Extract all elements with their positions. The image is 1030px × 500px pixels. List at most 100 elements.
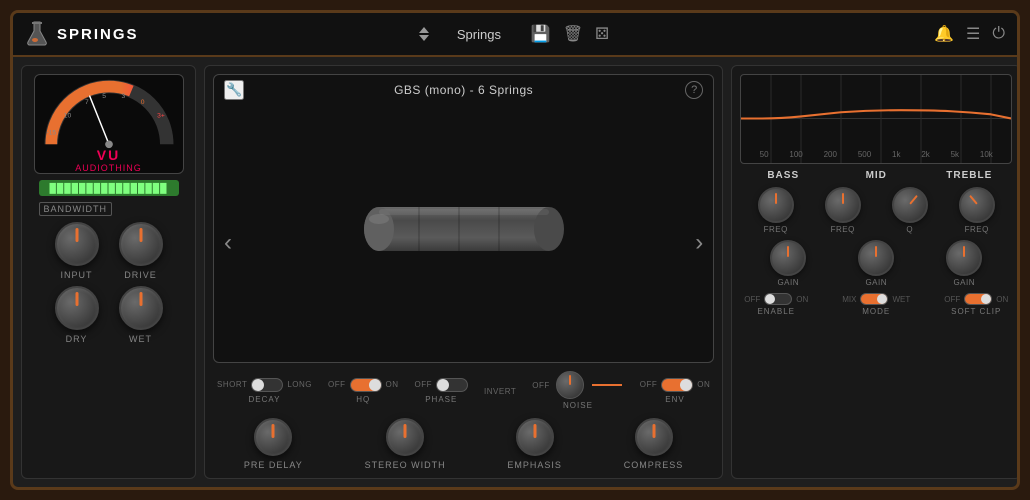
mid-q-knob[interactable] — [892, 187, 928, 223]
treble-freq-group: FREQ — [959, 187, 995, 234]
left-panel: -15 10 7 5 3 0 3+ VU AUDIOTHING ████████… — [21, 65, 196, 479]
treble-gain-knob[interactable] — [946, 240, 982, 276]
preset-arrows[interactable] — [419, 27, 429, 41]
mode-group: MIX WET MODE — [842, 293, 910, 316]
input-knob-group: INPUT — [55, 222, 99, 280]
spring-cylinder-svg — [359, 199, 569, 259]
emphasis-knob[interactable] — [516, 418, 554, 456]
enable-toggle-row: OFF ON — [744, 293, 808, 305]
mode-toggle[interactable] — [860, 293, 888, 305]
env-toggle[interactable] — [661, 378, 693, 392]
mid-freq-knob[interactable] — [825, 187, 861, 223]
wet-knob[interactable] — [119, 286, 163, 330]
brand-label: AUDIOTHING — [75, 163, 142, 173]
notification-button[interactable]: 🔔 — [934, 24, 954, 44]
treble-freq-knob[interactable] — [959, 187, 995, 223]
drive-knob[interactable] — [119, 222, 163, 266]
hq-label: HQ — [356, 395, 370, 404]
mid-freq-group: FREQ — [825, 187, 861, 234]
vu-label: VU — [97, 147, 120, 163]
spring-display: 🔧 GBS (mono) - 6 Springs ? ‹ — [213, 74, 714, 363]
hq-toggle-row: OFF ON — [328, 378, 399, 392]
bass-gain-knob[interactable] — [770, 240, 806, 276]
delete-button[interactable]: 🗑 — [561, 22, 585, 46]
enable-on-lbl: ON — [796, 295, 808, 304]
dry-knob[interactable] — [55, 286, 99, 330]
spring-prev-button[interactable]: ‹ — [224, 229, 232, 257]
compress-label: COMPRESS — [624, 460, 684, 470]
phase-off-label: OFF — [415, 380, 433, 389]
soft-clip-toggle[interactable] — [964, 293, 992, 305]
drive-label: DRIVE — [124, 270, 157, 280]
spring-next-button[interactable]: › — [695, 229, 703, 257]
dry-knob-group: DRY — [55, 286, 99, 344]
phase-toggle[interactable] — [436, 378, 468, 392]
bottom-knobs-row: PRE DELAY STEREO WIDTH EMPHASIS COMPRESS — [213, 418, 714, 470]
enable-off-lbl: OFF — [744, 295, 760, 304]
logo-area: SPRINGS — [25, 20, 185, 48]
stereo-width-knob[interactable] — [386, 418, 424, 456]
env-off-label: OFF — [640, 380, 658, 389]
eq-freq-labels: 50 100 200 500 1k 2k 5k 10k — [741, 150, 1011, 159]
dry-label: DRY — [66, 334, 88, 344]
decay-toggle[interactable] — [251, 378, 283, 392]
bandwidth-label: BANDWIDTH — [39, 202, 113, 216]
mid-q-label: Q — [906, 225, 913, 234]
svg-text:10: 10 — [63, 112, 71, 119]
soft-clip-label: SOFT CLIP — [951, 307, 1001, 316]
power-button[interactable]: ⏻ — [992, 25, 1005, 43]
mid-q-group: Q — [892, 187, 928, 234]
menu-button[interactable]: ☰ — [966, 24, 980, 44]
noise-label: NOISE — [563, 401, 593, 410]
preset-up-arrow[interactable] — [419, 27, 429, 33]
invert-label: INVERT — [484, 387, 516, 396]
mid-freq-label: FREQ — [831, 225, 855, 234]
compress-knob[interactable] — [635, 418, 673, 456]
mid-gain-label: GAIN — [865, 278, 887, 287]
spring-title: GBS (mono) - 6 Springs — [394, 83, 533, 97]
bandwidth-bar: ████████████████ — [39, 180, 179, 196]
soft-clip-group: OFF ON SOFT CLIP — [944, 293, 1008, 316]
mid-gain-knob[interactable] — [858, 240, 894, 276]
wrench-button[interactable]: 🔧 — [224, 80, 244, 100]
preset-icons: 💾 🗑 ⚄ — [529, 22, 611, 46]
vu-arc-svg: -15 10 7 5 3 0 3+ — [34, 75, 184, 152]
dry-wet-row: DRY WET — [30, 286, 187, 344]
bass-freq-label: FREQ — [764, 225, 788, 234]
right-panel: 50 100 200 500 1k 2k 5k 10k BASS MID TRE… — [731, 65, 1020, 479]
bottom-toggles: OFF ON ENABLE MIX WET — [740, 293, 1012, 316]
help-button[interactable]: ? — [685, 81, 703, 99]
pre-delay-knob[interactable] — [254, 418, 292, 456]
center-panel: 🔧 GBS (mono) - 6 Springs ? ‹ — [204, 65, 723, 479]
freq-500: 500 — [858, 150, 871, 159]
enable-toggle[interactable] — [764, 293, 792, 305]
soft-clip-on-lbl: ON — [996, 295, 1008, 304]
bandwidth-text: ████████████████ — [49, 183, 167, 193]
hq-off-label: OFF — [328, 380, 346, 389]
hq-toggle[interactable] — [350, 378, 382, 392]
mode-wet-lbl: WET — [892, 295, 910, 304]
save-button[interactable]: 💾 — [529, 22, 553, 46]
preset-down-arrow[interactable] — [419, 35, 429, 41]
noise-knob[interactable] — [556, 371, 584, 399]
random-button[interactable]: ⚄ — [593, 22, 611, 46]
svg-text:0: 0 — [140, 99, 144, 106]
freq-200: 200 — [824, 150, 837, 159]
spring-header: 🔧 GBS (mono) - 6 Springs ? — [214, 83, 713, 97]
bandwidth-label-area: BANDWIDTH — [39, 202, 179, 216]
svg-text:3: 3 — [121, 93, 125, 100]
decay-toggle-row: SHORT LONG — [217, 378, 312, 392]
preset-name: Springs — [439, 27, 519, 42]
mode-toggle-row: MIX WET — [842, 293, 910, 305]
mid-title: MID — [826, 170, 926, 181]
input-drive-row: INPUT DRIVE — [30, 222, 187, 280]
input-knob[interactable] — [55, 222, 99, 266]
bass-freq-knob[interactable] — [758, 187, 794, 223]
drive-knob-group: DRIVE — [119, 222, 163, 280]
decay-long-label: LONG — [287, 380, 312, 389]
input-label: INPUT — [61, 270, 93, 280]
phase-toggle-row: OFF — [415, 378, 469, 392]
env-label: ENV — [665, 395, 684, 404]
pre-delay-group: PRE DELAY — [244, 418, 303, 470]
decay-label: DECAY — [249, 395, 281, 404]
